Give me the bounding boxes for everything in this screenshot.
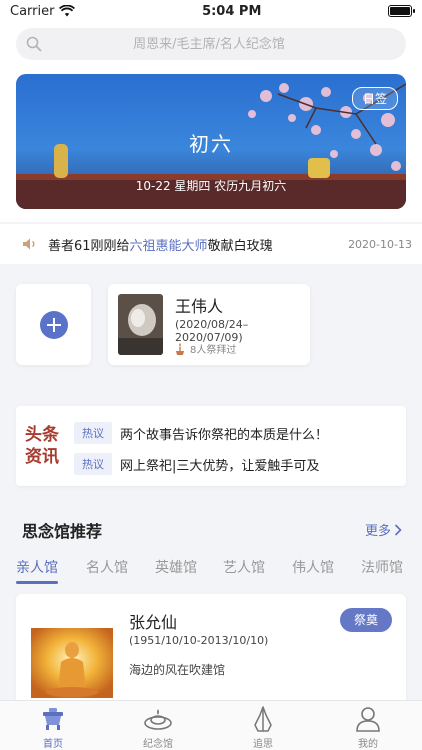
home-censer-icon xyxy=(43,708,63,730)
daily-sign-banner[interactable]: 日签 初六 10-22 星期四 农历九月初六 xyxy=(16,74,406,209)
recommended-name: 张允仙 xyxy=(129,613,178,632)
date-line: 10-22 星期四 农历九月初六 xyxy=(135,179,287,193)
search-icon xyxy=(26,36,42,52)
worship-count-text: 8人祭拜过 xyxy=(190,345,237,356)
headline-item[interactable]: 热议 两个故事告诉你祭祀的本质是什么！ xyxy=(74,422,328,444)
more-label[interactable]: 更多 xyxy=(365,520,391,539)
profile-icon xyxy=(356,707,380,732)
memorial-hall-icon xyxy=(144,709,172,730)
active-tab-indicator xyxy=(16,581,58,584)
tabbar-remembrance-label: 追思 xyxy=(253,739,273,750)
status-bar: Carrier 5:04 PM xyxy=(0,0,422,22)
tabbar-home-label: 首页 xyxy=(43,739,63,750)
notice-message: 善者61刚刚给六祖惠能大师敬献白玫瑰 xyxy=(48,235,348,254)
memorial-photo xyxy=(31,628,113,698)
battery-icon xyxy=(387,5,415,17)
recommended-memorial-card[interactable]: 张允仙 (1951/10/10-2013/10/10) 海边的风在吹建馆 祭奠 xyxy=(16,594,406,714)
section-title: 思念馆推荐 xyxy=(22,522,103,541)
status-left: Carrier xyxy=(10,3,76,19)
daily-sign-badge[interactable]: 日签 xyxy=(351,87,398,110)
tab-family[interactable]: 亲人馆 xyxy=(16,557,58,577)
my-memorial-card[interactable]: 王伟人 (2020/08/24–2020/07/09) 8人祭拜过 xyxy=(108,284,310,365)
tabbar-profile-label: 我的 xyxy=(358,739,378,750)
tabbar-home[interactable]: 首页 xyxy=(23,705,83,750)
notice-time: 2020-10-13 xyxy=(348,237,412,251)
tabbar-profile[interactable]: 我的 xyxy=(338,705,398,750)
chevron-right-icon xyxy=(394,523,402,536)
carrier-label: Carrier xyxy=(10,3,55,19)
tab-master[interactable]: 法师馆 xyxy=(361,557,403,577)
notice-suffix: 敬献白玫瑰 xyxy=(207,238,273,254)
tab-artist[interactable]: 艺人馆 xyxy=(223,557,265,577)
category-tabs: 亲人馆 名人馆 英雄馆 艺人馆 伟人馆 法师馆 xyxy=(0,557,422,587)
tab-great-person[interactable]: 伟人馆 xyxy=(292,557,334,577)
headline-text[interactable]: 两个故事告诉你祭祀的本质是什么！ xyxy=(120,424,328,443)
hot-tag: 热议 xyxy=(74,422,112,444)
memorial-name: 王伟人 xyxy=(175,297,224,316)
add-memorial-card[interactable] xyxy=(16,284,91,365)
tab-celebrity[interactable]: 名人馆 xyxy=(86,557,128,577)
headline-item[interactable]: 热议 网上祭祀|三大优势，让爱触手可及 xyxy=(74,453,319,475)
notice-bar[interactable]: 善者61刚刚给六祖惠能大师敬献白玫瑰 2020-10-13 xyxy=(0,224,422,264)
memorial-photo xyxy=(118,294,163,355)
plus-icon[interactable] xyxy=(39,310,68,339)
search-bar[interactable] xyxy=(16,28,406,60)
tabbar-memorial-label: 纪念馆 xyxy=(143,739,173,750)
tabbar-remembrance[interactable]: 追思 xyxy=(233,705,293,750)
tab-hero[interactable]: 英雄馆 xyxy=(155,557,197,577)
more-link[interactable]: 更多 xyxy=(365,520,402,539)
notice-prefix: 善者61刚刚给 xyxy=(48,238,130,254)
clock: 5:04 PM xyxy=(202,3,262,19)
recommended-desc: 海边的风在吹建馆 xyxy=(129,663,226,677)
incense-icon xyxy=(176,342,184,355)
headline-logo: 头条资讯 xyxy=(25,425,59,467)
speaker-icon xyxy=(23,238,35,250)
headline-text[interactable]: 网上祭祀|三大优势，让爱触手可及 xyxy=(120,455,319,474)
hot-tag: 热议 xyxy=(74,453,112,475)
headline-news: 头条资讯 热议 两个故事告诉你祭祀的本质是什么！ 热议 网上祭祀|三大优势，让爱… xyxy=(16,406,406,486)
notice-highlight[interactable]: 六祖惠能大师 xyxy=(130,239,208,254)
pay-respects-button[interactable]: 祭奠 xyxy=(340,608,392,632)
tabbar-memorial[interactable]: 纪念馆 xyxy=(128,705,188,750)
recommended-dates: (1951/10/10-2013/10/10) xyxy=(129,634,269,647)
search-input[interactable] xyxy=(42,36,406,52)
wifi-icon xyxy=(59,5,76,17)
lunar-day-title: 初六 xyxy=(189,132,233,156)
bottom-tab-bar: 首页 纪念馆 追思 我的 xyxy=(0,700,422,750)
praying-hands-icon xyxy=(254,706,272,732)
worship-count: 8人祭拜过 xyxy=(175,341,236,356)
